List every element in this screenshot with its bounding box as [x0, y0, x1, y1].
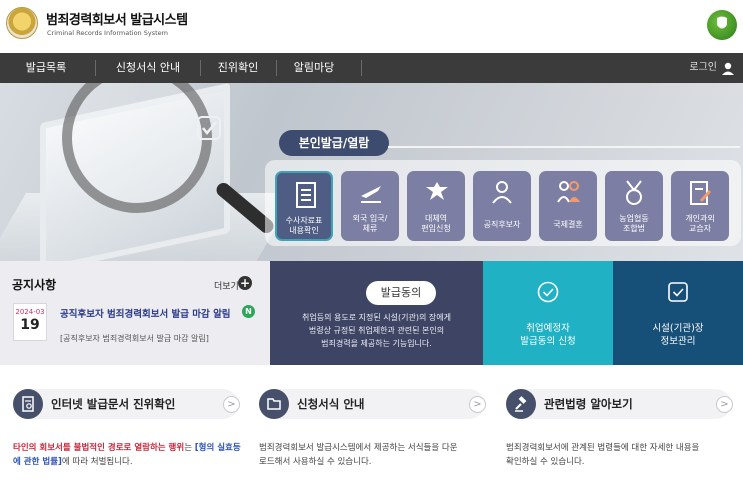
service-overseas-entry[interactable]: 외국 입국/체류: [341, 171, 399, 241]
login-link[interactable]: 로그인: [689, 53, 717, 83]
green-brand-badge-icon[interactable]: [707, 10, 737, 40]
service-label: 수사자료표 내용확인: [285, 216, 323, 235]
card-description: 타인의 회보서를 불법적인 경로로 열람하는 행위는 [형의 실효등에 관한 법…: [13, 443, 241, 467]
card-related-laws: 관련법령 알아보기 > 범죄경력회보서에 관계된 법령들에 대한 자세한 내용을…: [506, 389, 741, 479]
notice-date-month: 2024-03: [15, 308, 45, 316]
service-alternative-service[interactable]: 대체역 편입신청: [407, 171, 465, 241]
site-subtitle: Criminal Records Information System: [47, 29, 168, 37]
user-icon[interactable]: [721, 61, 735, 80]
notice-title: 공지사항: [12, 278, 57, 292]
notice-subline[interactable]: [공직후보자 범죄경력회보서 발급 마감 알림]: [60, 333, 209, 344]
nav-notice-board[interactable]: 알림마당: [282, 53, 346, 83]
service-label: 국제결혼: [553, 220, 583, 229]
site-title[interactable]: 범죄경력회보서 발급시스템: [46, 9, 188, 28]
card-form-guide: 신청서식 안내 > 범죄경력회보서 발급시스템에서 제공하는 서식들을 다운 로드…: [259, 389, 494, 479]
notice-date: 2024-03 19: [13, 303, 47, 341]
card-title[interactable]: 인터넷 발급문서 진위확인: [51, 396, 175, 412]
chevron-right-icon[interactable]: >: [469, 396, 486, 413]
more-link[interactable]: 더보기: [214, 279, 239, 292]
nav-divider: [95, 60, 96, 76]
national-emblem-icon[interactable]: [6, 7, 38, 39]
notice-section: 공지사항 더보기 + 2024-03 19 공직후보자 범죄경력회보서 발급 마…: [0, 261, 270, 365]
service-label: 농업협동 조합법: [619, 214, 649, 233]
facility-manager-tile[interactable]: 시설(기관)장 정보관리: [613, 261, 743, 365]
nav-form-guide[interactable]: 신청서식 안내: [100, 53, 196, 83]
plus-icon[interactable]: +: [238, 276, 252, 290]
medal-icon: [622, 179, 646, 211]
check-circle-icon: [537, 281, 559, 307]
issue-consent-button[interactable]: 발급동의: [366, 281, 436, 305]
card-header-button[interactable]: [259, 389, 484, 419]
self-issue-tab[interactable]: 본인발급/열람: [279, 130, 389, 156]
nav-divider: [361, 60, 362, 76]
card-description: 범죄경력회보서 발급시스템에서 제공하는 서식들을 다운 로드해서 사용하실 수 …: [259, 443, 458, 467]
tab-underline: [388, 146, 740, 148]
nav-divider: [276, 60, 277, 76]
service-international-marriage[interactable]: 국제결혼: [539, 171, 597, 241]
edit-note-icon: [688, 179, 712, 211]
card-title[interactable]: 관련법령 알아보기: [544, 396, 633, 412]
document-check-icon: [13, 389, 43, 419]
notice-headline-link[interactable]: 공직후보자 범죄경력회보서 발급 마감 알림: [60, 306, 231, 320]
consent-description: 취업등의 용도로 지정된 시설(기관)의 장에게 법령상 규정된 취업제한과 관…: [302, 313, 451, 348]
folder-icon: [259, 389, 289, 419]
card-description: 범죄경력회보서에 관계된 법령들에 대한 자세한 내용을 확인하실 수 있습니다.: [506, 443, 700, 467]
service-label: 공직후보자: [483, 220, 521, 229]
site-header: 범죄경력회보서 발급시스템 Criminal Records Informati…: [0, 0, 743, 53]
chevron-right-icon[interactable]: >: [716, 396, 733, 413]
new-badge: N: [242, 305, 255, 318]
nav-issue-list[interactable]: 발급목록: [12, 53, 80, 83]
military-eagle-icon: [424, 179, 450, 211]
service-agri-coop[interactable]: 농업협동 조합법: [605, 171, 663, 241]
couple-icon: [556, 179, 582, 209]
service-label: 개인과외 교습자: [685, 214, 715, 233]
service-label: 외국 입국/체류: [352, 214, 388, 233]
card-title[interactable]: 신청서식 안내: [297, 396, 364, 412]
service-private-tutor[interactable]: 개인과외 교습자: [671, 171, 729, 241]
issue-consent-section: 발급동의 취업등의 용도로 지정된 시설(기관)의 장에게 법령상 규정된 취업…: [270, 261, 483, 365]
airplane-icon: [358, 179, 384, 209]
nav-authenticity-check[interactable]: 진위확인: [205, 53, 271, 83]
service-label: 대체역 편입신청: [421, 214, 451, 233]
tile-label: 취업예정자 발급동의 신청: [520, 323, 576, 347]
tile-label: 시설(기관)장 정보관리: [652, 323, 704, 347]
service-record-check[interactable]: 수사자료표 내용확인: [275, 171, 333, 241]
person-icon: [490, 179, 514, 209]
document-list-icon: [294, 181, 318, 213]
chevron-right-icon[interactable]: >: [223, 396, 240, 413]
main-nav: 발급목록 신청서식 안내 진위확인 알림마당 로그인: [0, 53, 743, 83]
applicant-consent-tile[interactable]: 취업예정자 발급동의 신청: [483, 261, 613, 365]
check-square-icon: [667, 281, 689, 307]
notice-date-day: 19: [20, 317, 40, 333]
card-authenticity-check: 인터넷 발급문서 진위확인 > 타인의 회보서를 불법적인 경로로 열람하는 행…: [13, 389, 248, 479]
service-public-candidate[interactable]: 공직후보자: [473, 171, 531, 241]
gavel-icon: [506, 389, 536, 419]
check-icon: [196, 115, 222, 145]
nav-divider: [200, 60, 201, 76]
